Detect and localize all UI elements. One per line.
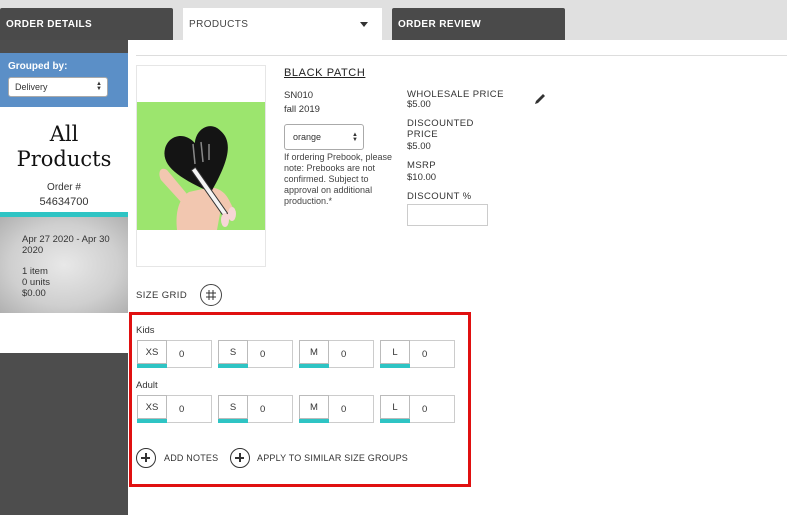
msrp-label: MSRP — [407, 160, 437, 171]
quantity-input[interactable]: 0 — [167, 395, 212, 423]
product-sku: SN010 — [284, 90, 314, 101]
size-accent-bar — [218, 364, 248, 368]
wholesale-price-value: $5.00 — [407, 99, 431, 110]
size-tag: L — [380, 395, 410, 419]
discount-percent-label: DISCOUNT % — [407, 191, 472, 202]
discounted-price-label-2: PRICE — [407, 129, 439, 140]
msrp-value: $10.00 — [407, 172, 437, 183]
pencil-icon[interactable] — [533, 92, 547, 106]
size-cell-kids-s: S 0 — [218, 340, 293, 368]
unit-count: 0 units — [22, 277, 50, 288]
divider — [136, 55, 787, 56]
size-group-label-kids: Kids — [136, 325, 155, 336]
prebook-note: If ordering Prebook, please note: Preboo… — [284, 152, 393, 206]
size-accent-bar — [218, 419, 248, 423]
add-notes-plus-icon[interactable] — [136, 448, 156, 468]
quantity-input[interactable]: 0 — [248, 340, 293, 368]
discount-percent-input[interactable] — [407, 204, 488, 226]
apply-similar-plus-icon[interactable] — [230, 448, 250, 468]
quantity-input[interactable]: 0 — [167, 340, 212, 368]
size-cell-kids-m: M 0 — [299, 340, 374, 368]
discounted-price-label-1: DISCOUNTED — [407, 118, 474, 129]
quantity-input[interactable]: 0 — [329, 340, 374, 368]
size-cell-adult-m: M 0 — [299, 395, 374, 423]
size-tag: XS — [137, 395, 167, 419]
color-value: orange — [293, 132, 322, 142]
product-title-link[interactable]: BLACK PATCH — [284, 67, 365, 79]
product-season: fall 2019 — [284, 104, 320, 115]
quantity-input[interactable]: 0 — [410, 395, 455, 423]
size-tag: M — [299, 340, 329, 364]
size-cell-adult-xs: XS 0 — [137, 395, 212, 423]
apply-similar-button[interactable]: APPLY TO SIMILAR SIZE GROUPS — [257, 453, 408, 463]
size-grid-label: SIZE GRID — [136, 290, 188, 301]
product-image-frame — [136, 65, 266, 267]
chevron-down-icon — [360, 22, 368, 27]
size-accent-bar — [299, 364, 329, 368]
quantity-input[interactable]: 0 — [410, 340, 455, 368]
size-accent-bar — [137, 419, 167, 423]
size-accent-bar — [299, 419, 329, 423]
grouped-by-panel: Grouped by: Delivery ▲ ▼ — [0, 53, 128, 107]
product-image — [137, 102, 265, 230]
order-number-label: Order # — [47, 182, 81, 193]
group-total: $0.00 — [22, 288, 46, 299]
select-arrows-icon: ▲ ▼ — [96, 81, 102, 92]
size-cell-adult-s: S 0 — [218, 395, 293, 423]
select-arrows-icon: ▲ ▼ — [352, 132, 358, 143]
sidebar-title-line1: All — [49, 122, 79, 146]
size-cell-kids-l: L 0 — [380, 340, 455, 368]
delivery-group-card[interactable]: Apr 27 2020 - Apr 30 2020 1 item 0 units… — [0, 217, 128, 313]
sidebar-title: All Products — [0, 122, 128, 172]
grouped-by-value: Delivery — [15, 82, 48, 92]
tab-order-details[interactable]: ORDER DETAILS — [0, 8, 173, 40]
size-cell-adult-l: L 0 — [380, 395, 455, 423]
quantity-input[interactable]: 0 — [248, 395, 293, 423]
size-group-label-adult: Adult — [136, 380, 158, 391]
date-range-line1: Apr 27 2020 - Apr 30 — [22, 234, 110, 245]
size-accent-bar — [137, 364, 167, 368]
tab-bar: ORDER DETAILS PRODUCTS ORDER REVIEW — [0, 0, 787, 40]
size-tag: XS — [137, 340, 167, 364]
quantity-input[interactable]: 0 — [329, 395, 374, 423]
order-number: 54634700 — [39, 196, 89, 208]
grouped-by-label: Grouped by: — [8, 61, 68, 72]
size-accent-bar — [380, 419, 410, 423]
date-range-line2: 2020 — [22, 245, 44, 256]
tab-products-label: PRODUCTS — [189, 18, 249, 30]
size-tag: L — [380, 340, 410, 364]
tab-order-review[interactable]: ORDER REVIEW — [392, 8, 565, 40]
tab-products[interactable]: PRODUCTS — [183, 8, 382, 40]
size-tag: S — [218, 340, 248, 364]
size-cell-kids-xs: XS 0 — [137, 340, 212, 368]
grouped-by-select[interactable]: Delivery ▲ ▼ — [8, 77, 108, 97]
discounted-price-value: $5.00 — [407, 141, 431, 152]
size-tag: M — [299, 395, 329, 419]
color-select[interactable]: orange ▲ ▼ — [284, 124, 364, 150]
sidebar-title-line2: Products — [16, 147, 112, 171]
add-notes-button[interactable]: ADD NOTES — [164, 453, 218, 463]
grid-icon[interactable] — [200, 284, 222, 306]
size-accent-bar — [380, 364, 410, 368]
item-count: 1 item — [22, 266, 48, 277]
size-tag: S — [218, 395, 248, 419]
